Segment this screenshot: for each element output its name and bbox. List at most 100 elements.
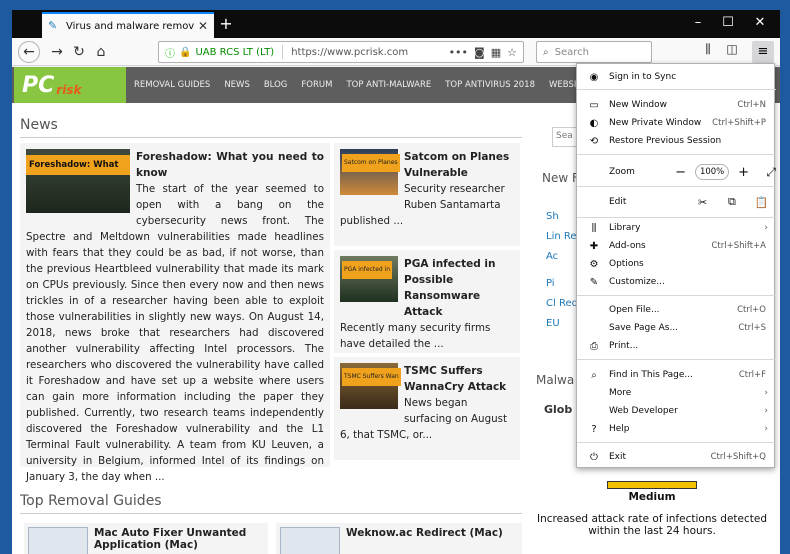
cut-icon[interactable]: ✂ bbox=[688, 196, 717, 209]
forward-button[interactable]: → bbox=[46, 42, 68, 62]
chevron-right-icon: › bbox=[764, 388, 768, 398]
menu-customize[interactable]: ✎ Customize... bbox=[577, 273, 776, 291]
nav-top-anti-malware[interactable]: TOP ANTI-MALWARE bbox=[346, 80, 431, 90]
account-icon: ◉ bbox=[589, 71, 599, 83]
guide-title[interactable]: Mac Auto Fixer Unwanted Application (Mac… bbox=[94, 527, 246, 551]
guide-card[interactable]: Mac Auto Fixer Unwanted Application (Mac… bbox=[24, 523, 268, 554]
sidebar-icon[interactable]: ◫ bbox=[722, 42, 742, 56]
search-input[interactable]: ⌕ Search bbox=[536, 41, 652, 63]
side-article: PGA infected in PGA infected in Possible… bbox=[334, 250, 520, 353]
side-articles: Satcom on Planes Satcom on Planes Vulner… bbox=[334, 143, 520, 464]
library-icon[interactable]: ⫼ bbox=[698, 42, 718, 57]
menu-shortcut: Ctrl+Shift+A bbox=[711, 241, 766, 251]
menu-label: Find in This Page... bbox=[609, 370, 693, 380]
back-button[interactable]: ← bbox=[18, 41, 40, 63]
menu-label: Options bbox=[609, 259, 644, 269]
printer-icon: ⎙ bbox=[590, 340, 598, 352]
nav-news[interactable]: NEWS bbox=[224, 80, 250, 90]
info-icon[interactable]: ⓘ bbox=[165, 45, 175, 60]
close-tab-icon[interactable]: ✕ bbox=[198, 19, 208, 33]
url-divider bbox=[282, 45, 284, 59]
browser-tab[interactable]: ✎ Virus and malware removal inst ✕ bbox=[42, 12, 214, 38]
search-placeholder: Search bbox=[554, 46, 589, 58]
page-actions-icon[interactable]: ••• bbox=[449, 46, 468, 59]
chevron-right-icon: › bbox=[764, 424, 768, 434]
article-thumbnail[interactable]: Foreshadow: What bbox=[26, 149, 130, 213]
chevron-right-icon: › bbox=[764, 406, 768, 416]
thumbnail-caption: TSMC Suffers Wan bbox=[342, 368, 401, 386]
paste-icon[interactable]: 📋 bbox=[747, 196, 776, 209]
menu-label: Print... bbox=[609, 341, 639, 351]
nav-blog[interactable]: BLOG bbox=[264, 80, 288, 90]
zoom-in-button[interactable]: + bbox=[733, 165, 755, 180]
puzzle-icon: ✚ bbox=[589, 240, 599, 252]
news-heading: News bbox=[20, 117, 522, 138]
power-icon: ⏻ bbox=[590, 451, 598, 463]
thumbnail-caption: Satcom on Planes bbox=[342, 154, 400, 172]
reader-view-icon[interactable]: ▦ bbox=[491, 46, 501, 59]
zoom-reset-button[interactable]: 100% bbox=[695, 164, 729, 180]
menu-new-window[interactable]: ▭ New Window Ctrl+N bbox=[577, 96, 776, 114]
guides-heading: Top Removal Guides bbox=[20, 493, 522, 514]
menu-options[interactable]: ⚙ Options bbox=[577, 255, 776, 273]
nav-forum[interactable]: FORUM bbox=[301, 80, 332, 90]
menu-sign-in[interactable]: ◉ Sign in to Sync bbox=[577, 68, 776, 86]
menu-restore-session[interactable]: ⟲ Restore Previous Session bbox=[577, 132, 776, 150]
bookmark-star-icon[interactable]: ☆ bbox=[507, 46, 517, 59]
article-thumbnail[interactable]: Satcom on Planes bbox=[340, 149, 400, 195]
close-window-button[interactable]: ✕ bbox=[750, 15, 770, 30]
url-bar[interactable]: ⓘ 🔒 UAB RCS LT (LT) https://www.pcrisk.c… bbox=[158, 41, 524, 63]
menu-web-developer[interactable]: Web Developer › bbox=[577, 402, 776, 420]
menu-library[interactable]: ⫼ Library › bbox=[577, 219, 776, 237]
article-thumbnail[interactable]: PGA infected in bbox=[340, 256, 398, 302]
url-text[interactable]: https://www.pcrisk.com bbox=[291, 47, 442, 58]
menu-divider bbox=[577, 295, 776, 296]
menu-label: Help bbox=[609, 424, 630, 434]
threat-description: Increased attack rate of infections dete… bbox=[537, 513, 767, 537]
new-guides-heading: New F bbox=[542, 171, 579, 185]
menu-label: Sign in to Sync bbox=[609, 72, 677, 82]
threat-level-bar bbox=[607, 481, 697, 489]
certificate-owner: UAB RCS LT (LT) bbox=[195, 46, 275, 58]
menu-add-ons[interactable]: ✚ Add-ons Ctrl+Shift+A bbox=[577, 237, 776, 255]
article-thumbnail[interactable]: TSMC Suffers Wan bbox=[340, 363, 401, 409]
new-tab-button[interactable]: + bbox=[216, 14, 236, 33]
home-button[interactable]: ⌂ bbox=[90, 42, 112, 62]
site-nav: REMOVAL GUIDES NEWS BLOG FORUM TOP ANTI-… bbox=[134, 67, 609, 103]
news-section: News Foreshadow: What Foreshadow: What y… bbox=[20, 117, 522, 483]
menu-shortcut: Ctrl+F bbox=[738, 370, 766, 380]
guide-title[interactable]: Weknow.ac Redirect (Mac) bbox=[346, 527, 503, 539]
lock-icon[interactable]: 🔒 bbox=[179, 47, 191, 58]
pocket-icon[interactable]: ◙ bbox=[474, 46, 485, 59]
maximize-button[interactable]: ☐ bbox=[718, 15, 738, 30]
chevron-right-icon: › bbox=[764, 223, 768, 233]
thumbnail-caption: Foreshadow: What bbox=[26, 155, 130, 175]
menu-label: Open File... bbox=[609, 305, 660, 315]
new-window-icon: ▭ bbox=[589, 99, 599, 111]
menu-more[interactable]: More › bbox=[577, 384, 776, 402]
minimize-button[interactable]: – bbox=[688, 15, 708, 30]
threat-level: Medium bbox=[628, 491, 676, 503]
fullscreen-icon[interactable]: ⤢ bbox=[766, 165, 776, 180]
copy-icon[interactable]: ⧉ bbox=[717, 195, 746, 209]
guide-card[interactable]: Weknow.ac Redirect (Mac) bbox=[276, 523, 522, 554]
threat-meter: Medium Increased attack rate of infectio… bbox=[532, 481, 772, 537]
side-article: Satcom on Planes Satcom on Planes Vulner… bbox=[334, 143, 520, 246]
guide-thumbnail bbox=[28, 527, 88, 554]
menu-save-page[interactable]: Save Page As... Ctrl+S bbox=[577, 319, 776, 337]
site-logo[interactable]: PC risk bbox=[14, 67, 126, 103]
menu-new-private-window[interactable]: ◐ New Private Window Ctrl+Shift+P bbox=[577, 114, 776, 132]
menu-help[interactable]: ? Help › bbox=[577, 420, 776, 438]
gear-icon: ⚙ bbox=[589, 258, 599, 270]
hamburger-menu-icon[interactable]: ≡ bbox=[752, 41, 774, 63]
menu-open-file[interactable]: Open File... Ctrl+O bbox=[577, 301, 776, 319]
zoom-out-button[interactable]: − bbox=[670, 165, 692, 180]
menu-divider bbox=[577, 89, 776, 90]
nav-removal-guides[interactable]: REMOVAL GUIDES bbox=[134, 80, 210, 90]
library-icon: ⫼ bbox=[591, 222, 597, 234]
menu-print[interactable]: ⎙ Print... bbox=[577, 337, 776, 355]
menu-exit[interactable]: ⏻ Exit Ctrl+Shift+Q bbox=[577, 448, 776, 466]
menu-find-in-page[interactable]: ⌕ Find in This Page... Ctrl+F bbox=[577, 366, 776, 384]
reload-button[interactable]: ↻ bbox=[68, 42, 90, 62]
nav-top-antivirus[interactable]: TOP ANTIVIRUS 2018 bbox=[445, 80, 535, 90]
